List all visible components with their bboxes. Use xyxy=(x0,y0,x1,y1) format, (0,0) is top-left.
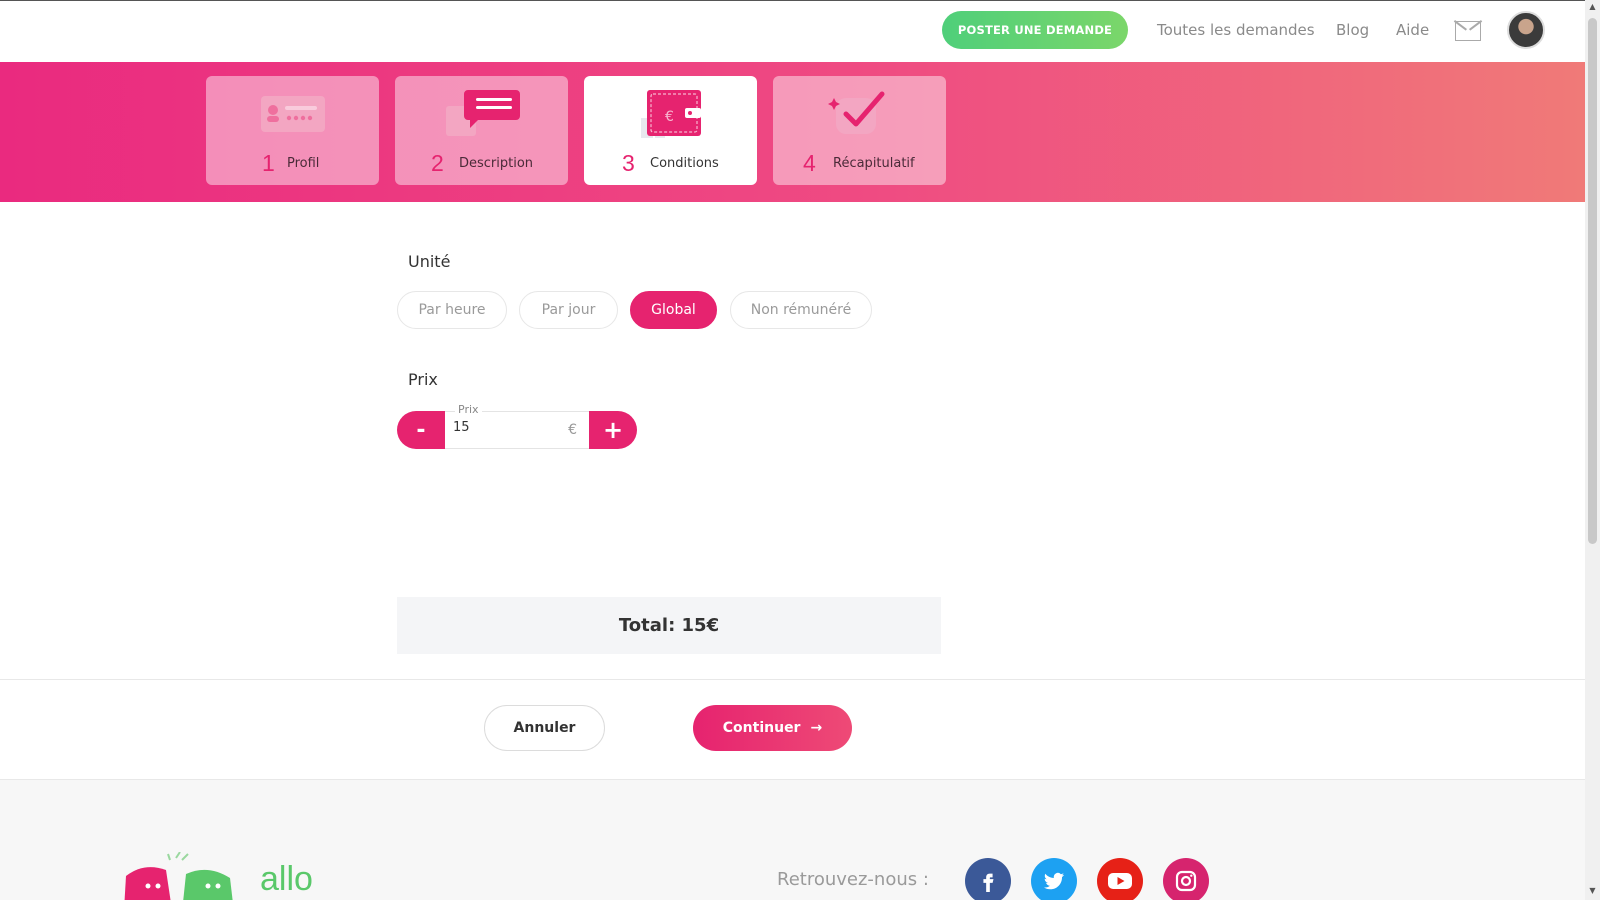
total-text: Total: 15€ xyxy=(618,615,720,636)
step-number: 1 xyxy=(262,150,275,176)
step-profil[interactable]: 1 Profil xyxy=(206,76,379,185)
price-stepper: - Prix € + xyxy=(397,403,637,449)
price-field: Prix € xyxy=(445,403,589,449)
scroll-down-icon[interactable]: ▼ xyxy=(1588,886,1597,896)
follow-us-label: Retrouvez-nous : xyxy=(777,869,929,890)
price-increase-button[interactable]: + xyxy=(589,411,637,449)
svg-text:€: € xyxy=(665,109,674,125)
unit-option-non-remunere[interactable]: Non rémunéré xyxy=(730,291,872,329)
youtube-icon[interactable] xyxy=(1097,858,1143,900)
price-section-title: Prix xyxy=(408,370,438,389)
unit-option-global[interactable]: Global xyxy=(630,291,717,329)
step-number: 4 xyxy=(803,150,816,176)
wallet-euro-icon: € xyxy=(640,90,701,138)
unit-option-par-heure[interactable]: Par heure xyxy=(397,291,507,329)
logo-text: allo xyxy=(260,860,313,898)
nav-link-help[interactable]: Aide xyxy=(1396,21,1429,39)
allo-logo[interactable]: allo xyxy=(120,851,360,900)
scroll-up-icon[interactable]: ▲ xyxy=(1588,2,1597,12)
logo-mark-icon xyxy=(124,851,233,900)
steps-banner: 1 Profil 2 Description € 3 Conditions 4 … xyxy=(0,62,1585,202)
page-scrollbar[interactable]: ▲ ▼ xyxy=(1585,0,1600,900)
step-label: Conditions xyxy=(650,156,719,171)
price-input[interactable] xyxy=(453,420,553,435)
divider xyxy=(0,679,1585,680)
top-navbar: POSTER UNE DEMANDE Toutes les demandes B… xyxy=(0,0,1585,62)
price-field-label: Prix xyxy=(455,403,482,416)
cancel-button[interactable]: Annuler xyxy=(484,705,605,751)
step-label: Profil xyxy=(287,156,320,171)
step-recapitulatif[interactable]: 4 Récapitulatif xyxy=(773,76,946,185)
scroll-thumb[interactable] xyxy=(1588,18,1597,544)
instagram-icon[interactable] xyxy=(1163,858,1209,900)
step-number: 3 xyxy=(622,150,635,176)
speech-bubble-icon xyxy=(445,90,520,136)
nav-link-all-requests[interactable]: Toutes les demandes xyxy=(1157,21,1315,39)
checkmark-icon xyxy=(827,91,884,134)
step-label: Description xyxy=(459,156,534,171)
price-decrease-button[interactable]: - xyxy=(397,411,445,449)
step-description[interactable]: 2 Description xyxy=(395,76,568,185)
avatar[interactable] xyxy=(1507,11,1545,49)
step-conditions[interactable]: € 3 Conditions xyxy=(584,76,757,185)
unit-section-title: Unité xyxy=(408,252,451,271)
continue-label: Continuer xyxy=(722,720,801,736)
total-summary: Total: 15€ xyxy=(397,597,941,654)
currency-unit: € xyxy=(568,422,577,438)
unit-option-par-jour[interactable]: Par jour xyxy=(519,291,618,329)
step-number: 2 xyxy=(431,150,444,176)
facebook-icon[interactable] xyxy=(965,858,1011,900)
step-label: Récapitulatif xyxy=(833,156,915,171)
mail-icon[interactable] xyxy=(1455,21,1481,41)
continue-button[interactable]: Continuer → xyxy=(693,705,852,751)
arrow-right-icon: → xyxy=(810,720,823,736)
twitter-icon[interactable] xyxy=(1031,858,1077,900)
footer: allo Retrouvez-nous : xyxy=(0,780,1585,900)
post-request-button[interactable]: POSTER UNE DEMANDE xyxy=(942,11,1128,49)
nav-link-blog[interactable]: Blog xyxy=(1336,21,1369,39)
profile-card-icon xyxy=(260,96,325,132)
